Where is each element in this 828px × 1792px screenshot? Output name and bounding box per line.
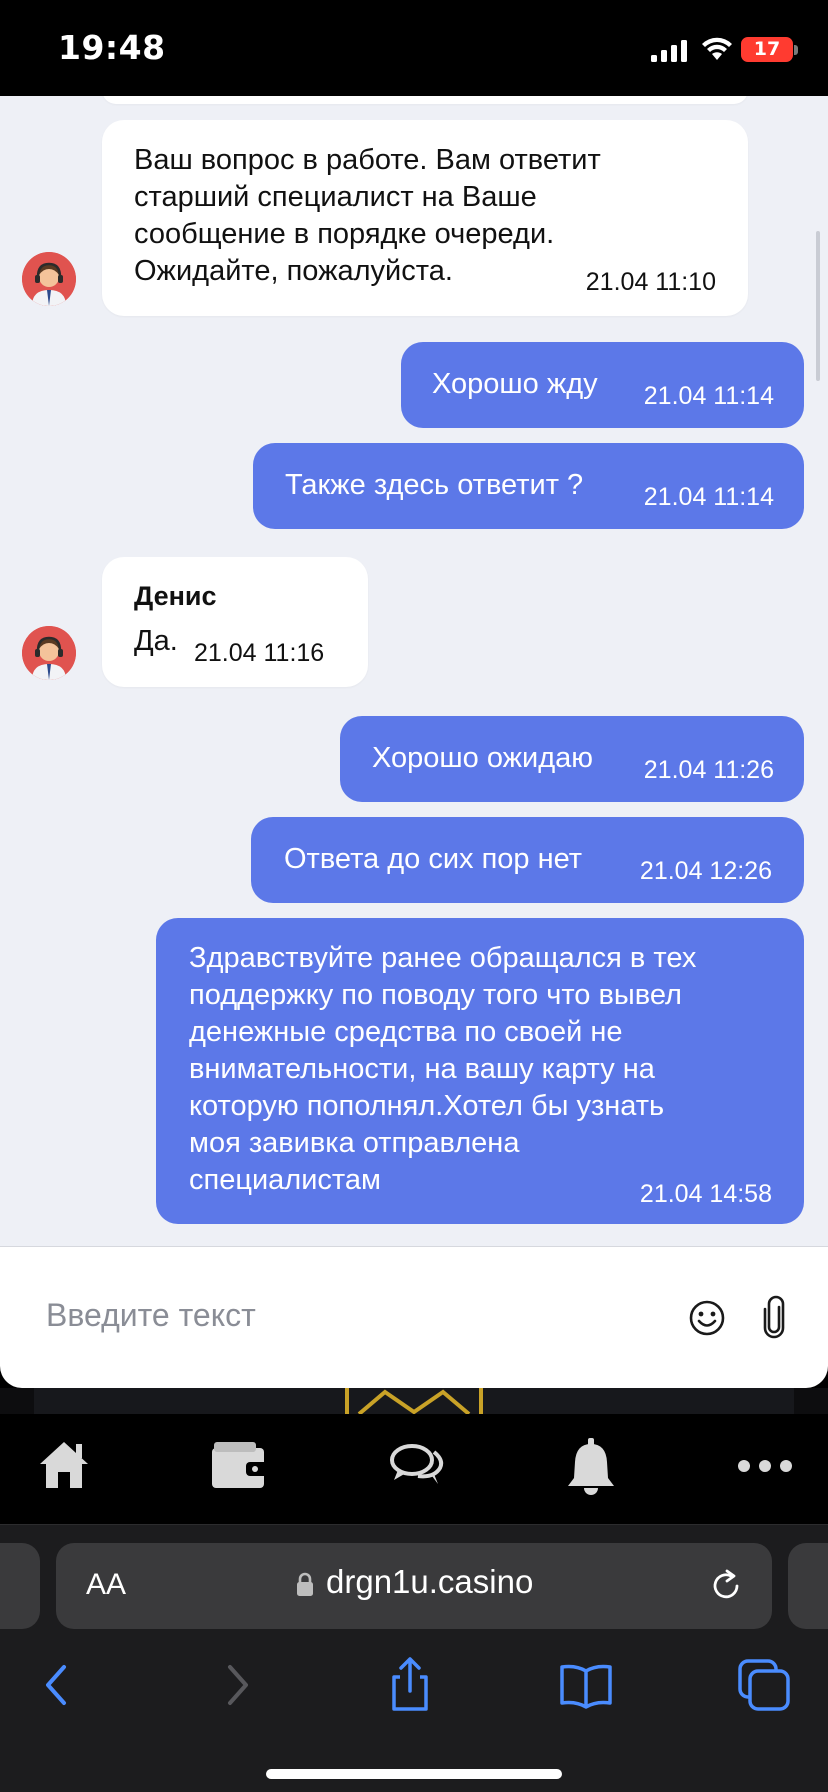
message-time: 21.04 14:58 [639,1180,772,1208]
share-icon[interactable] [380,1655,440,1715]
previous-tab-peek[interactable] [0,1543,40,1629]
forward-icon[interactable] [206,1655,266,1715]
outgoing-message: Хорошо жду 21.04 11:14 [401,342,804,428]
scrollbar[interactable] [816,231,820,381]
site-bottom-nav [0,1414,828,1524]
address-bar[interactable]: AA drgn1u.casino [56,1543,772,1629]
clock: 19:48 [58,28,166,67]
home-indicator[interactable] [266,1769,562,1779]
message-text: Хорошо жду [432,368,598,400]
more-icon[interactable] [736,1436,794,1496]
message-input[interactable]: Введите текст [46,1297,256,1334]
battery-cap [794,45,798,55]
site-background [0,1388,828,1414]
next-tab-peek[interactable] [788,1543,828,1629]
battery-icon: 17 [741,37,793,62]
message-text: Также здесь ответит ? [285,469,584,501]
battery-level: 17 [753,38,781,60]
reload-icon[interactable] [709,1569,743,1603]
url-text: drgn1u.casino [326,1563,534,1600]
message-bubble-partial [102,96,748,104]
wallet-icon[interactable] [210,1436,270,1496]
browser-chrome: AA drgn1u.casino [0,1524,828,1792]
tabs-icon[interactable] [734,1655,794,1715]
bookmarks-icon[interactable] [556,1655,616,1715]
status-bar: 19:48 17 [0,0,828,96]
support-agent-icon [22,252,76,306]
support-agent-icon [22,626,76,680]
incoming-message: Денис Да. 21.04 11:16 [102,557,368,687]
message-text: Ответа до сих пор нет [284,843,583,875]
message-time: 21.04 11:26 [643,756,774,784]
message-time: 21.04 11:10 [585,268,716,296]
chat-window[interactable]: Ваш вопрос в работе. Вам ответит старший… [0,96,828,1246]
message-text: Здравствуйте ранее обращался в тех подде… [189,942,697,1196]
wifi-icon [702,37,732,60]
chat-icon[interactable] [388,1436,444,1496]
site-logo-icon [345,1388,483,1414]
emoji-icon[interactable] [688,1299,726,1337]
message-text: Хорошо ожидаю [372,742,594,774]
message-text: Ваш вопрос в работе. Вам ответит старший… [134,144,601,287]
back-icon[interactable] [28,1655,88,1715]
lock-icon [297,1572,313,1596]
message-time: 21.04 12:26 [639,857,772,885]
bell-icon[interactable] [566,1436,616,1496]
message-text: Да. [134,625,178,657]
message-time: 21.04 11:14 [643,483,774,511]
cellular-signal-icon [651,40,687,62]
support-avatar [22,626,76,680]
outgoing-message: Здравствуйте ранее обращался в тех подде… [156,918,804,1224]
message-author: Денис [134,581,217,611]
outgoing-message: Хорошо ожидаю 21.04 11:26 [340,716,804,802]
outgoing-message: Ответа до сих пор нет 21.04 12:26 [251,817,804,903]
message-time: 21.04 11:16 [194,639,325,667]
outgoing-message: Также здесь ответит ? 21.04 11:14 [253,443,804,529]
support-avatar [22,252,76,306]
incoming-message: Ваш вопрос в работе. Вам ответит старший… [102,120,748,316]
message-time: 21.04 11:14 [643,382,774,410]
text-size-label: AA [86,1568,127,1601]
paperclip-icon[interactable] [760,1295,788,1339]
message-input-bar: Введите текст [0,1246,828,1388]
text-size-button[interactable]: AA [86,1568,126,1602]
home-icon[interactable] [36,1436,92,1496]
